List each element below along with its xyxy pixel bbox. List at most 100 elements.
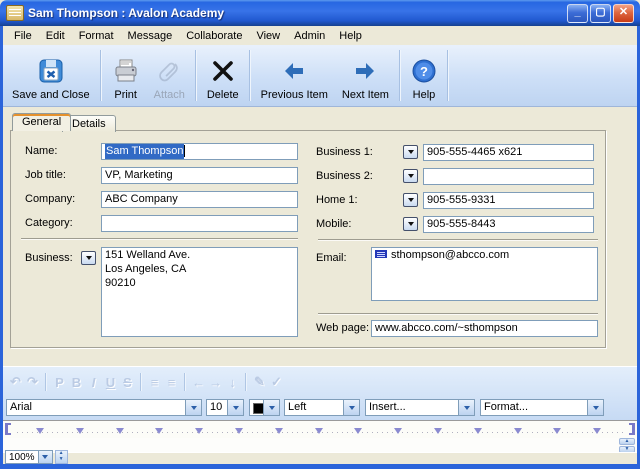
chevron-down-icon bbox=[408, 198, 414, 202]
format-icon-row: ↶ ↷ P B I U S ≡ ≡ ← → ↓ ✎ ✓ bbox=[7, 370, 285, 394]
bullet-list-icon[interactable]: ≡ bbox=[146, 375, 163, 390]
mobile-input[interactable]: 905-555-8443 bbox=[423, 216, 594, 233]
tab-details-label: Details bbox=[72, 118, 106, 130]
font-color-select[interactable] bbox=[249, 399, 280, 416]
menu-view[interactable]: View bbox=[249, 28, 287, 44]
name-selected-text: Sam Thompson bbox=[105, 144, 184, 159]
outdent-icon[interactable]: ← bbox=[190, 375, 207, 390]
home1-input[interactable]: 905-555-9331 bbox=[423, 192, 594, 209]
separator bbox=[318, 239, 598, 241]
redo-icon[interactable]: ↷ bbox=[24, 374, 41, 390]
menu-help[interactable]: Help bbox=[332, 28, 369, 44]
ruler-tabstop-marker[interactable] bbox=[434, 428, 442, 434]
ruler-tabstop-marker[interactable] bbox=[116, 428, 124, 434]
business1-type-dropdown[interactable] bbox=[403, 145, 418, 159]
chevron-down-icon bbox=[185, 400, 201, 415]
mobile-type-dropdown[interactable] bbox=[403, 217, 418, 231]
ruler-tabstop-marker[interactable] bbox=[593, 428, 601, 434]
tab-general[interactable]: General bbox=[12, 113, 71, 131]
text-color-icon[interactable]: ↓ bbox=[224, 375, 241, 390]
ruler-tabstop-marker[interactable] bbox=[315, 428, 323, 434]
print-button[interactable]: Print bbox=[105, 46, 147, 105]
ruler-tabstop-marker[interactable] bbox=[354, 428, 362, 434]
business2-input[interactable] bbox=[423, 168, 594, 185]
email-label: Email: bbox=[316, 250, 347, 267]
ruler-tabstop-marker[interactable] bbox=[76, 428, 84, 434]
ruler-tabstop-marker[interactable] bbox=[514, 428, 522, 434]
ruler[interactable] bbox=[3, 420, 637, 439]
plain-text-icon[interactable]: P bbox=[51, 375, 68, 390]
indent-icon[interactable]: → bbox=[207, 375, 224, 390]
scroll-up-icon[interactable]: ▲ bbox=[619, 438, 635, 445]
delete-button[interactable]: Delete bbox=[200, 46, 246, 105]
menu-admin[interactable]: Admin bbox=[287, 28, 332, 44]
ruler-tabstop-marker[interactable] bbox=[394, 428, 402, 434]
font-family-select[interactable]: Arial bbox=[6, 399, 202, 416]
ruler-right-margin-marker[interactable] bbox=[629, 423, 635, 435]
vertical-scrollbar[interactable]: ▲ ▼ bbox=[619, 438, 635, 452]
italic-icon[interactable]: I bbox=[85, 375, 102, 390]
menu-message[interactable]: Message bbox=[121, 28, 180, 44]
help-button[interactable]: ? Help bbox=[404, 46, 444, 105]
business-address-input[interactable]: 151 Welland Ave. Los Angeles, CA 90210 bbox=[101, 247, 298, 337]
strikethrough-icon[interactable]: S bbox=[119, 375, 136, 390]
zoom-spinner[interactable]: ▲ ▼ bbox=[55, 450, 68, 464]
maximize-button[interactable]: ▢ bbox=[590, 4, 611, 23]
permanent-pen-icon[interactable]: ✎ bbox=[251, 374, 268, 390]
underline-icon[interactable]: U bbox=[102, 375, 119, 390]
minimize-icon: _ bbox=[568, 4, 587, 21]
save-and-close-label: Save and Close bbox=[12, 89, 90, 101]
ruler-tabstop-marker[interactable] bbox=[275, 428, 283, 434]
name-input[interactable]: Sam Thompson bbox=[101, 143, 298, 160]
business-address-type-dropdown[interactable] bbox=[81, 251, 96, 265]
font-size-select[interactable]: 10 bbox=[206, 399, 244, 416]
close-button[interactable]: ✕ bbox=[613, 4, 634, 23]
business2-type-dropdown[interactable] bbox=[403, 169, 418, 183]
category-input[interactable] bbox=[101, 215, 298, 232]
ruler-tabstop-marker[interactable] bbox=[36, 428, 44, 434]
attach-button[interactable]: Attach bbox=[147, 46, 192, 105]
menu-edit[interactable]: Edit bbox=[39, 28, 72, 44]
menu-collaborate[interactable]: Collaborate bbox=[179, 28, 249, 44]
chevron-down-icon bbox=[38, 451, 52, 463]
ruler-tabstop-marker[interactable] bbox=[235, 428, 243, 434]
numbered-list-icon[interactable]: ≡ bbox=[163, 375, 180, 390]
menu-format[interactable]: Format bbox=[72, 28, 121, 44]
title-bar[interactable]: Sam Thompson : Avalon Academy _ ▢ ✕ bbox=[0, 0, 640, 26]
format-select[interactable]: Format... bbox=[480, 399, 604, 416]
undo-icon[interactable]: ↶ bbox=[7, 374, 24, 390]
help-icon: ? bbox=[411, 55, 437, 87]
alignment-select[interactable]: Left bbox=[284, 399, 360, 416]
job-title-label: Job title: bbox=[25, 167, 66, 184]
ruler-tabstop-marker[interactable] bbox=[553, 428, 561, 434]
ruler-tabstop-marker[interactable] bbox=[155, 428, 163, 434]
bold-icon[interactable]: B bbox=[68, 375, 85, 390]
web-page-input[interactable]: www.abcco.com/~sthompson bbox=[371, 320, 598, 337]
menu-file[interactable]: File bbox=[7, 28, 39, 44]
zoom-select[interactable]: 100% bbox=[5, 450, 53, 464]
ruler-tabstop-marker[interactable] bbox=[474, 428, 482, 434]
email-input[interactable]: sthompson@abcco.com bbox=[371, 247, 598, 301]
font-family-value: Arial bbox=[10, 400, 32, 415]
minimize-button[interactable]: _ bbox=[567, 4, 588, 23]
message-body-area[interactable]: ▲ ▼ bbox=[3, 438, 637, 453]
close-icon: ✕ bbox=[614, 4, 633, 21]
chevron-down-icon bbox=[408, 222, 414, 226]
ruler-left-margin-marker[interactable] bbox=[5, 423, 11, 435]
home1-type-dropdown[interactable] bbox=[403, 193, 418, 207]
next-item-button[interactable]: Next Item bbox=[335, 46, 396, 105]
save-and-close-button[interactable]: Save and Close bbox=[5, 46, 97, 105]
business1-input[interactable]: 905-555-4465 x621 bbox=[423, 144, 594, 161]
insert-value: Insert... bbox=[369, 400, 406, 415]
job-title-input[interactable]: VP, Marketing bbox=[101, 167, 298, 184]
category-label: Category: bbox=[25, 215, 73, 232]
company-input[interactable]: ABC Company bbox=[101, 191, 298, 208]
window-border bbox=[0, 464, 640, 469]
svg-text:?: ? bbox=[420, 64, 428, 79]
spellcheck-icon[interactable]: ✓ bbox=[268, 374, 285, 390]
insert-select[interactable]: Insert... bbox=[365, 399, 475, 416]
toolbar-separator bbox=[245, 373, 247, 391]
help-label: Help bbox=[413, 89, 436, 101]
ruler-tabstop-marker[interactable] bbox=[195, 428, 203, 434]
previous-item-button[interactable]: Previous Item bbox=[254, 46, 335, 105]
